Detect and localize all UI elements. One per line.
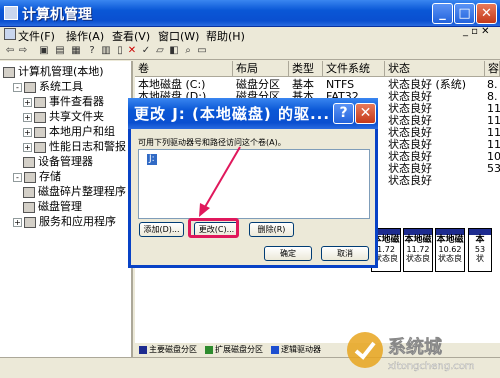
pointer-arrow [199, 146, 241, 217]
watermark-logo: 系统城 xitongcheng.com [340, 325, 500, 375]
watermark-url: xitongcheng.com [388, 361, 475, 372]
watermark-brand: 系统城 [388, 336, 442, 358]
computer-management-window: 计算机管理 _ □ ✕ 文件(F) 操作(A) 查看(V) 窗口(W) 帮助(H… [0, 0, 500, 375]
